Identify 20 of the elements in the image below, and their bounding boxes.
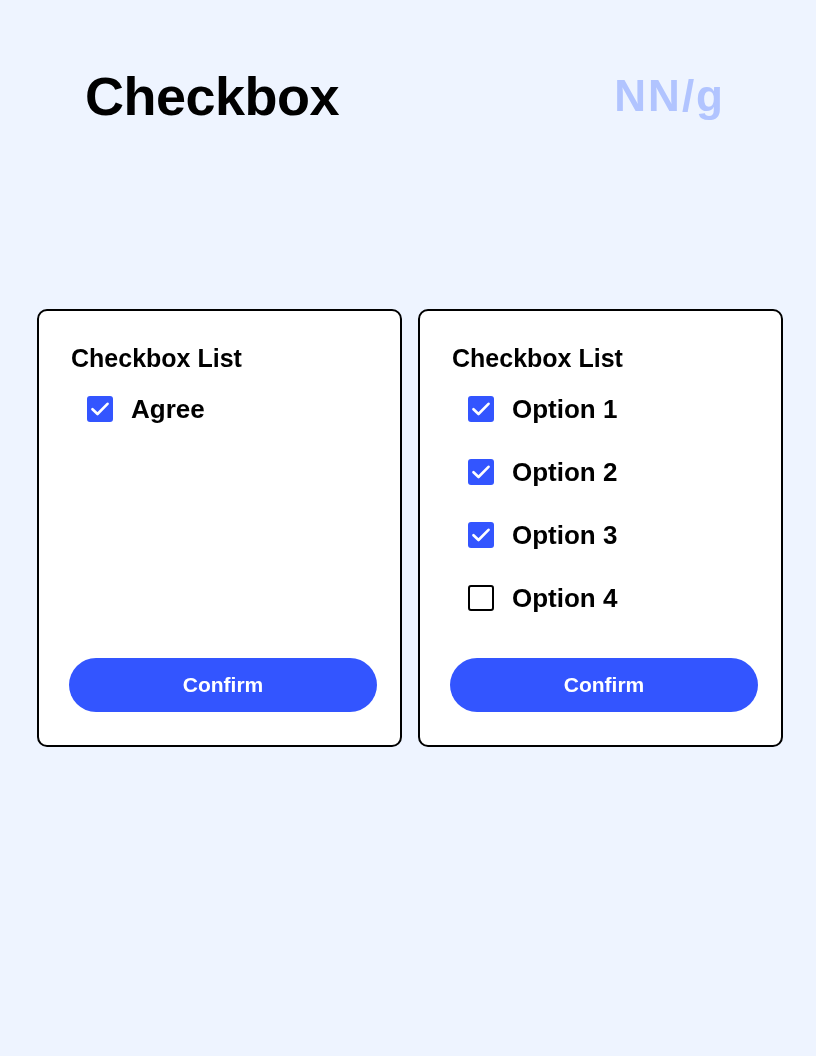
- card-title: Checkbox List: [71, 343, 242, 373]
- checkbox[interactable]: [468, 396, 494, 422]
- option-label: Agree: [131, 393, 205, 425]
- checkbox[interactable]: [87, 396, 113, 422]
- option-label: Option 2: [512, 456, 618, 488]
- check-icon: [472, 528, 490, 542]
- check-icon: [91, 402, 109, 416]
- check-icon: [472, 402, 490, 416]
- logo: NN/g: [614, 70, 725, 122]
- confirm-button[interactable]: Confirm: [450, 658, 758, 712]
- option-label: Option 1: [512, 393, 618, 425]
- check-icon: [472, 465, 490, 479]
- checkbox[interactable]: [468, 522, 494, 548]
- confirm-button[interactable]: Confirm: [69, 658, 377, 712]
- checkbox[interactable]: [468, 459, 494, 485]
- page-title: Checkbox: [85, 65, 340, 128]
- option-label: Option 4: [512, 582, 618, 614]
- card-title: Checkbox List: [452, 343, 623, 373]
- option-label: Option 3: [512, 519, 618, 551]
- checkbox[interactable]: [468, 585, 494, 611]
